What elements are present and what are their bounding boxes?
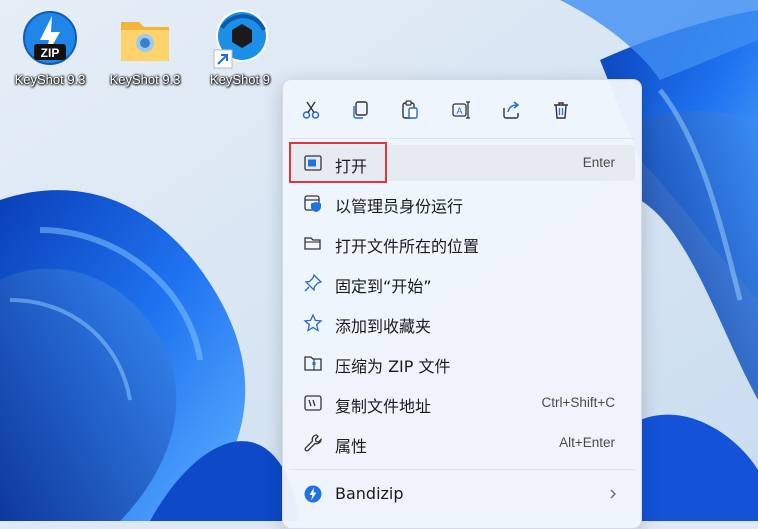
menu-item-label: 打开文件所在的位置 [335,237,480,256]
desktop-icon-keyshot-shortcut[interactable]: KeyShot 9 [192,6,288,96]
desktop-icon-keyshot-folder[interactable]: KeyShot 9.3 [97,6,193,96]
menu-item-label: 打开 [335,157,368,176]
rename-icon: A [452,101,470,119]
copy-icon [353,101,368,119]
rename-button[interactable]: A [446,95,476,125]
menu-separator [289,138,635,139]
delete-button[interactable] [546,95,576,125]
menu-item-label: 属性 [335,437,368,456]
menu-item-copy-file-path[interactable]: 复制文件地址 Ctrl+Shift+C [289,385,635,421]
cut-icon [302,101,320,119]
wrench-properties-icon [304,434,322,452]
menu-item-label: 以管理员身份运行 [335,197,464,216]
keyshot-shortcut-icon [208,6,272,70]
menu-item-shortcut: Ctrl+Shift+C [541,395,615,410]
desktop-icon-label: KeyShot 9 [210,72,270,87]
menu-item-properties[interactable]: 属性 Alt+Enter [289,425,635,461]
menu-item-shortcut: Enter [582,155,615,170]
menu-item-label: 添加到收藏夹 [335,317,432,336]
zip-folder-icon [304,356,322,371]
menu-item-run-as-admin[interactable]: 以管理员身份运行 [289,185,635,221]
menu-separator [289,469,635,470]
menu-item-label: 压缩为 ZIP 文件 [335,357,451,376]
menu-item-compress-zip[interactable]: 压缩为 ZIP 文件 [289,345,635,381]
menu-item-label: 复制文件地址 [335,397,432,416]
desktop-icon-keyshot-zip[interactable]: ZIP KeyShot 9.3 [2,6,98,96]
cut-button[interactable] [296,95,326,125]
share-button[interactable] [496,95,526,125]
context-menu-toolbar: A [283,80,641,138]
paste-icon [402,100,418,119]
menu-item-pin-to-start[interactable]: 固定到“开始” [289,265,635,301]
menu-item-label: Bandizip [335,484,404,503]
chevron-right-icon [610,489,616,499]
delete-icon [554,102,568,119]
pin-icon [304,273,323,292]
menu-item-label: 固定到“开始” [335,277,432,296]
bandizip-icon [304,485,322,503]
context-menu: A 打开 Enter 以管理员身份运行 打开文件所在的位置 固定到“开始” 添加… [282,79,642,529]
svg-text:ZIP: ZIP [41,46,60,60]
svg-text:A: A [456,106,462,116]
open-window-icon [304,155,322,171]
copy-button[interactable] [345,95,375,125]
desktop-icon-label: KeyShot 9.3 [109,72,181,87]
folder-open-icon [304,237,321,250]
menu-item-shortcut: Alt+Enter [559,435,615,450]
menu-item-open[interactable]: 打开 Enter [289,145,635,181]
bandizip-zip-icon: ZIP [18,6,82,70]
menu-item-add-to-favorites[interactable]: 添加到收藏夹 [289,305,635,341]
copy-path-icon [304,395,322,411]
star-icon [303,313,323,332]
share-icon [503,101,520,119]
paste-button[interactable] [395,95,425,125]
folder-icon [113,6,177,70]
desktop-icon-label: KeyShot 9.3 [14,72,86,87]
menu-item-open-file-location[interactable]: 打开文件所在的位置 [289,225,635,261]
menu-item-bandizip[interactable]: Bandizip [289,476,635,512]
shield-run-as-admin-icon [304,195,321,212]
